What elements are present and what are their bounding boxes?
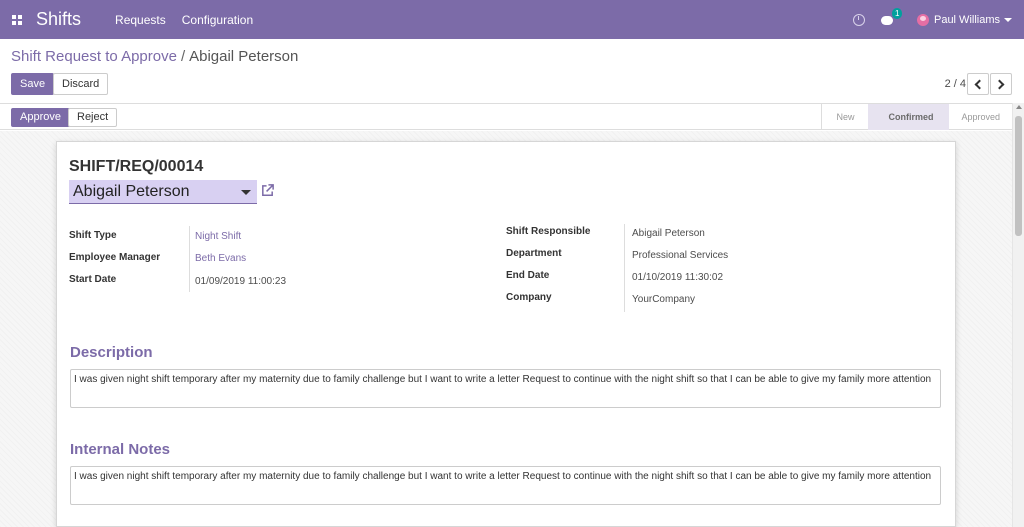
save-button[interactable]: Save (11, 73, 55, 95)
chat-icon[interactable]: 1 (880, 7, 903, 26)
menu-requests[interactable]: Requests (115, 13, 166, 27)
breadcrumb-current: Abigail Peterson (189, 48, 299, 65)
form-statusbar: Approve Reject New Confirmed Approved (0, 104, 1012, 130)
description-title: Description (70, 344, 153, 361)
chevron-right-icon (994, 79, 1005, 89)
user-avatar[interactable] (916, 13, 929, 26)
status-stages: New Confirmed Approved (821, 104, 1012, 130)
stage-confirmed[interactable]: Confirmed (868, 104, 950, 130)
external-link-icon[interactable] (260, 183, 275, 198)
value-shift-type[interactable]: Night Shift (195, 231, 241, 242)
stage-approved[interactable]: Approved (949, 104, 1012, 130)
internal-notes-title: Internal Notes (70, 441, 171, 458)
employee-select[interactable]: Abigail Peterson (69, 180, 257, 204)
stage-new[interactable]: New (822, 104, 868, 130)
value-employee-manager[interactable]: Beth Evans (195, 253, 246, 264)
app-title[interactable]: Shifts (36, 9, 81, 30)
label-end-date: End Date (506, 270, 550, 281)
value-end-date[interactable]: 01/10/2019 11:30:02 (632, 272, 723, 283)
reject-button[interactable]: Reject (68, 108, 118, 127)
user-menu[interactable]: Paul Williams (934, 14, 1000, 26)
label-department: Department (506, 248, 562, 259)
description-field[interactable]: I was given night shift temporary after … (70, 369, 941, 408)
activity-clock-icon[interactable] (852, 13, 865, 26)
page-scrollbar[interactable] (1012, 103, 1024, 527)
top-navbar: Shifts Requests Configuration 1 Paul Wil… (0, 0, 1024, 39)
employee-select-value: Abigail Peterson (73, 183, 190, 200)
chevron-down-icon[interactable] (1004, 17, 1012, 22)
discard-button[interactable]: Discard (53, 73, 109, 95)
breadcrumb-parent[interactable]: Shift Request to Approve (11, 48, 177, 65)
pager-previous-button[interactable] (967, 73, 989, 95)
scroll-up-arrow-icon[interactable] (1016, 105, 1022, 109)
field-separator (624, 224, 625, 312)
value-department[interactable]: Professional Services (632, 250, 728, 261)
pager-value[interactable]: 2 / 4 (945, 78, 966, 90)
chat-count-badge: 1 (891, 7, 903, 19)
dropdown-arrow-icon[interactable] (241, 190, 251, 195)
label-shift-type: Shift Type (69, 230, 117, 241)
label-shift-responsible: Shift Responsible (506, 226, 591, 237)
scrollbar-thumb[interactable] (1015, 116, 1022, 236)
value-start-date[interactable]: 01/09/2019 11:00:23 (195, 276, 286, 287)
value-shift-responsible[interactable]: Abigail Peterson (632, 228, 705, 239)
breadcrumb: Shift Request to Approve / Abigail Peterso… (11, 48, 298, 65)
value-company[interactable]: YourCompany (632, 294, 695, 305)
label-employee-manager: Employee Manager (69, 252, 161, 263)
internal-notes-field[interactable]: I was given night shift temporary after … (70, 466, 941, 505)
label-company: Company (506, 292, 552, 303)
breadcrumb-separator: / (180, 48, 186, 65)
pager-next-button[interactable] (990, 73, 1012, 95)
approve-button[interactable]: Approve (11, 108, 70, 127)
chevron-left-icon (974, 79, 985, 89)
apps-menu-icon[interactable] (0, 0, 34, 39)
form-sheet: SHIFT/REQ/00014 Abigail Peterson Shift T… (56, 141, 956, 527)
label-start-date: Start Date (69, 274, 117, 285)
field-separator (189, 226, 190, 292)
request-reference: SHIFT/REQ/00014 (69, 158, 204, 175)
menu-configuration[interactable]: Configuration (182, 13, 253, 27)
